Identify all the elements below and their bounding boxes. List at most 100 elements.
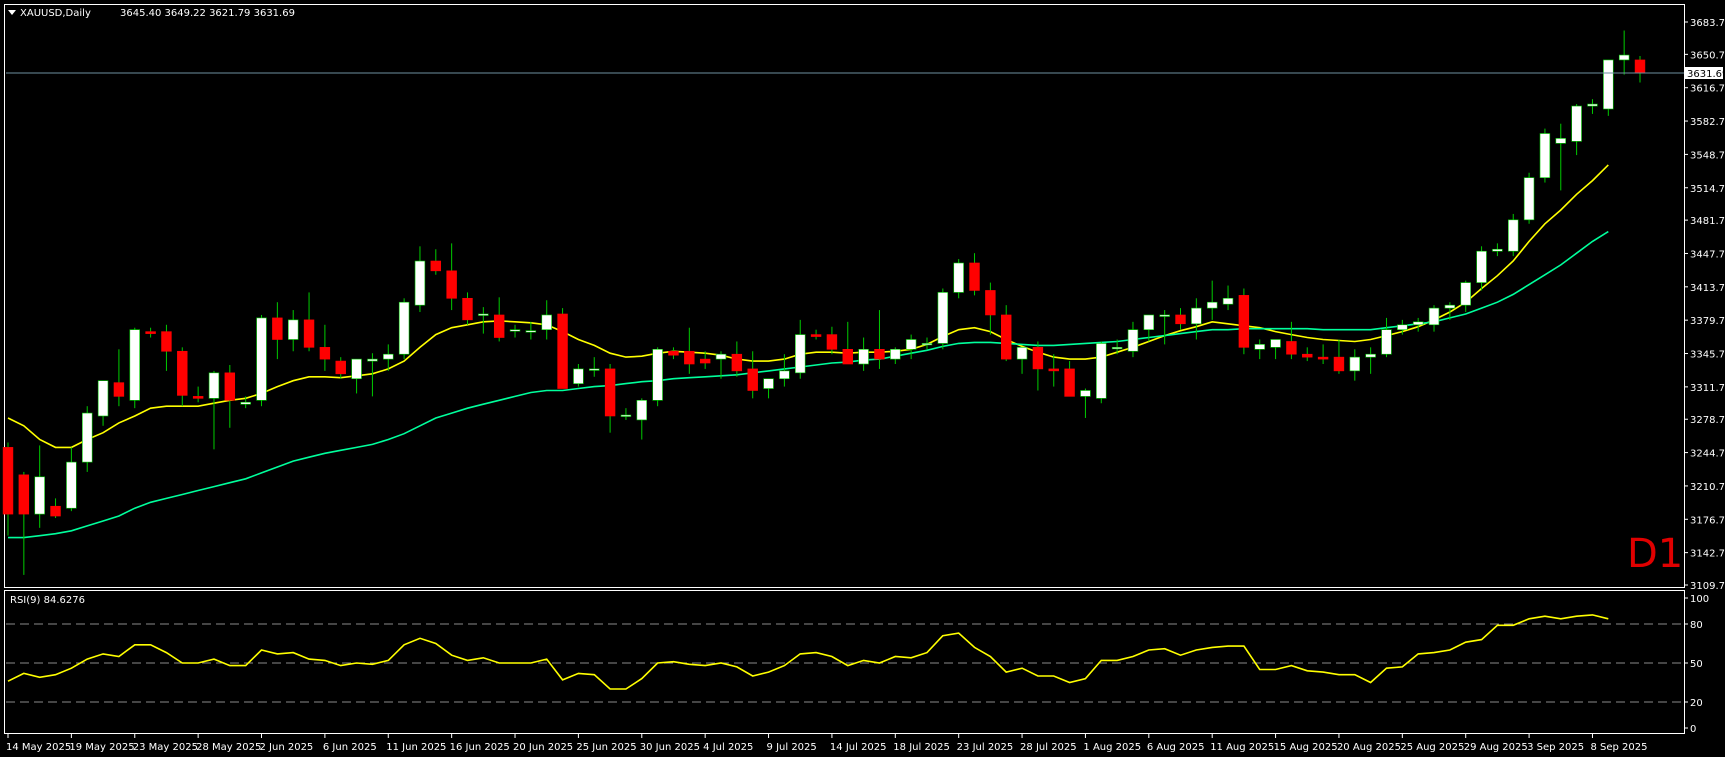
time-tick-label: 1 Aug 2025 — [1083, 742, 1141, 753]
bear-candle-body — [1064, 368, 1075, 397]
rsi-title: RSI(9) 84.6276 — [10, 595, 85, 606]
bull-candle-body — [1206, 301, 1218, 309]
bear-candle-body — [2, 447, 14, 515]
candle — [1238, 288, 1250, 355]
time-tick-label: 8 Sep 2025 — [1590, 742, 1647, 753]
bear-candle-body — [842, 349, 853, 365]
bull-candle-body — [1587, 103, 1598, 107]
time-tick-label: 2 Jun 2025 — [260, 742, 314, 753]
time-tick-label: 23 May 2025 — [133, 742, 198, 753]
time-tick-label: 14 Jul 2025 — [830, 742, 887, 753]
bull-candle-body — [398, 301, 410, 355]
rsi-tick-label: 0 — [1690, 724, 1696, 735]
candle — [1539, 128, 1551, 183]
ohlc-values: 3645.40 3649.22 3621.79 3631.69 — [120, 8, 295, 19]
price-tick-label: 3278.70 — [1690, 415, 1725, 426]
bear-candle-body — [826, 334, 838, 350]
bull-candle-body — [414, 260, 426, 306]
candle — [398, 298, 410, 360]
bear-candle-body — [1048, 368, 1059, 372]
price-tick-label: 3109.70 — [1690, 581, 1725, 592]
bull-candle-body — [1254, 344, 1265, 350]
time-tick-label: 16 Jun 2025 — [450, 742, 510, 753]
time-tick-label: 28 May 2025 — [196, 742, 261, 753]
bear-candle-body — [731, 353, 743, 372]
chart-canvas[interactable]: 3109.70 3142.70 3176.70 3210.70 3244.70 3278.… — [0, 0, 1725, 757]
bull-candle-body — [1603, 59, 1614, 110]
bear-candle-body — [1333, 356, 1345, 372]
header: XAUUSD,Daily 3645.40 3649.22 3621.79 363… — [8, 8, 295, 19]
bull-candle-body — [383, 353, 394, 360]
candle — [557, 308, 568, 389]
bull-candle-body — [478, 313, 489, 316]
bull-candle-body — [620, 414, 632, 417]
price-tick-label: 3481.70 — [1690, 216, 1725, 227]
rsi-tick-label: 50 — [1690, 659, 1703, 670]
bear-candle-body — [446, 270, 457, 299]
bear-candle-body — [1317, 356, 1329, 360]
time-tick-label: 18 Jul 2025 — [893, 742, 950, 753]
time-tick-label: 3 Sep 2025 — [1527, 742, 1584, 753]
time-tick-label: 6 Aug 2025 — [1147, 742, 1205, 753]
bull-candle-body — [1476, 250, 1487, 283]
timeframe-badge: D1 — [1627, 531, 1683, 577]
bull-candle-body — [589, 368, 600, 371]
bull-candle-body — [1191, 307, 1202, 325]
price-tick-label: 3514.70 — [1690, 184, 1725, 195]
bear-candle-body — [668, 350, 679, 356]
bull-candle-body — [351, 358, 362, 380]
bear-candle-body — [145, 331, 156, 334]
candle — [1096, 341, 1107, 404]
bear-candle-body — [335, 360, 346, 375]
bull-candle-body — [66, 461, 77, 509]
bull-candle-body — [652, 349, 663, 401]
candle — [256, 314, 267, 407]
chart-window[interactable]: 3109.70 3142.70 3176.70 3210.70 3244.70 3278.… — [0, 0, 1725, 757]
bull-candle-body — [97, 380, 109, 417]
bull-candle-body — [1460, 282, 1471, 306]
bear-candle-body — [557, 313, 568, 389]
bull-candle-body — [953, 262, 964, 293]
bear-candle-body — [699, 358, 711, 364]
bear-candle-body — [113, 382, 125, 397]
bull-candle-body — [1381, 329, 1392, 355]
bull-candle-body — [763, 378, 774, 389]
bull-candle-body — [1412, 321, 1424, 326]
bear-candle-body — [747, 368, 758, 391]
bull-candle-body — [779, 370, 790, 380]
candle — [937, 288, 949, 350]
price-tick-label: 3582.70 — [1690, 117, 1725, 128]
bull-candle-body — [1428, 307, 1440, 326]
bull-candle-body — [573, 368, 584, 384]
bear-candle-body — [493, 314, 505, 338]
bear-candle-body — [177, 350, 188, 396]
bull-candle-body — [1270, 339, 1281, 348]
bull-candle-body — [287, 319, 299, 340]
bear-candle-body — [1175, 314, 1186, 325]
price-tick-label: 3650.70 — [1690, 50, 1725, 61]
time-tick-label: 6 Jun 2025 — [323, 742, 377, 753]
bull-candle-body — [858, 349, 869, 365]
bear-candle-body — [161, 331, 172, 352]
bull-candle-body — [1539, 133, 1551, 178]
candle — [82, 406, 93, 472]
bull-candle-body — [525, 330, 537, 333]
time-tick-label: 19 May 2025 — [69, 742, 134, 753]
bear-candle-body — [1001, 314, 1012, 360]
candle — [652, 347, 663, 407]
time-tick-label: 30 Jun 2025 — [640, 742, 700, 753]
rsi-tick-label: 80 — [1690, 620, 1703, 631]
bear-candle-body — [1302, 353, 1313, 358]
rsi-tick-label: 20 — [1690, 698, 1703, 709]
candle — [1523, 172, 1535, 224]
bear-candle-body — [684, 350, 695, 365]
bull-candle-body — [367, 358, 378, 362]
price-tick-label: 3616.70 — [1690, 84, 1725, 95]
bull-candle-body — [1096, 343, 1107, 399]
bull-candle-body — [1523, 177, 1535, 221]
bear-candle-body — [303, 319, 315, 348]
bull-candle-body — [937, 292, 949, 344]
bear-candle-body — [224, 372, 236, 401]
bull-candle-body — [1444, 304, 1456, 309]
bull-candle-body — [890, 349, 901, 360]
